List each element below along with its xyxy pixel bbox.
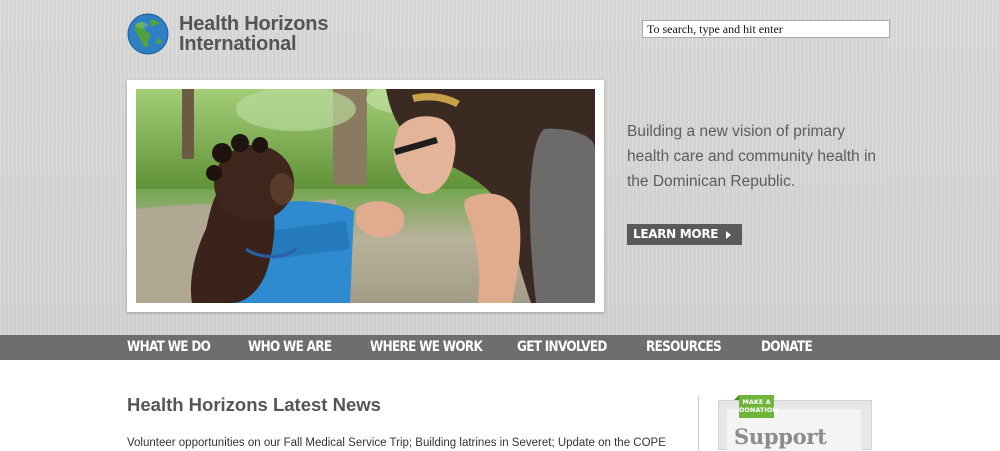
logo-wordmark: Health Horizons International xyxy=(179,14,328,54)
content-divider xyxy=(698,396,699,450)
logo-line-1: Health Horizons xyxy=(179,13,329,35)
main-nav: WHAT WE DO WHO WE ARE WHERE WE WORK GET … xyxy=(0,335,1000,360)
nav-item-who-we-are[interactable]: WHO WE ARE xyxy=(248,335,332,360)
learn-more-label: LEARN MORE xyxy=(633,227,719,241)
hero-photo-frame xyxy=(127,80,604,312)
nav-item-donate[interactable]: DONATE xyxy=(761,335,813,360)
nav-item-what-we-do[interactable]: WHAT WE DO xyxy=(127,335,211,360)
make-a-donation-tag[interactable]: MAKE A DONATION xyxy=(739,395,778,418)
nav-item-get-involved[interactable]: GET INVOLVED xyxy=(517,335,607,360)
news-section-title: Health Horizons Latest News xyxy=(127,394,381,415)
nav-item-resources[interactable]: RESOURCES xyxy=(646,335,722,360)
hero-tagline: Building a new vision of primary health … xyxy=(627,123,877,190)
learn-more-button[interactable]: LEARN MORE xyxy=(627,224,743,245)
news-snippet-link[interactable]: Volunteer opportunities on our Fall Medi… xyxy=(127,436,667,450)
nav-item-where-we-work[interactable]: WHERE WE WORK xyxy=(370,335,483,360)
hero-section: Health Horizons International To search,… xyxy=(0,0,1000,335)
globe-icon xyxy=(127,13,169,55)
site-logo[interactable]: Health Horizons International xyxy=(127,12,328,56)
logo-line-2: International xyxy=(179,33,297,55)
search-input[interactable] xyxy=(642,20,890,38)
child-and-volunteer-photo-icon xyxy=(136,89,595,303)
support-label[interactable]: Support xyxy=(734,425,827,449)
donate-tag-line-2: DONATION xyxy=(739,405,778,414)
arrow-right-icon xyxy=(726,230,732,239)
hero-photo xyxy=(136,89,595,303)
